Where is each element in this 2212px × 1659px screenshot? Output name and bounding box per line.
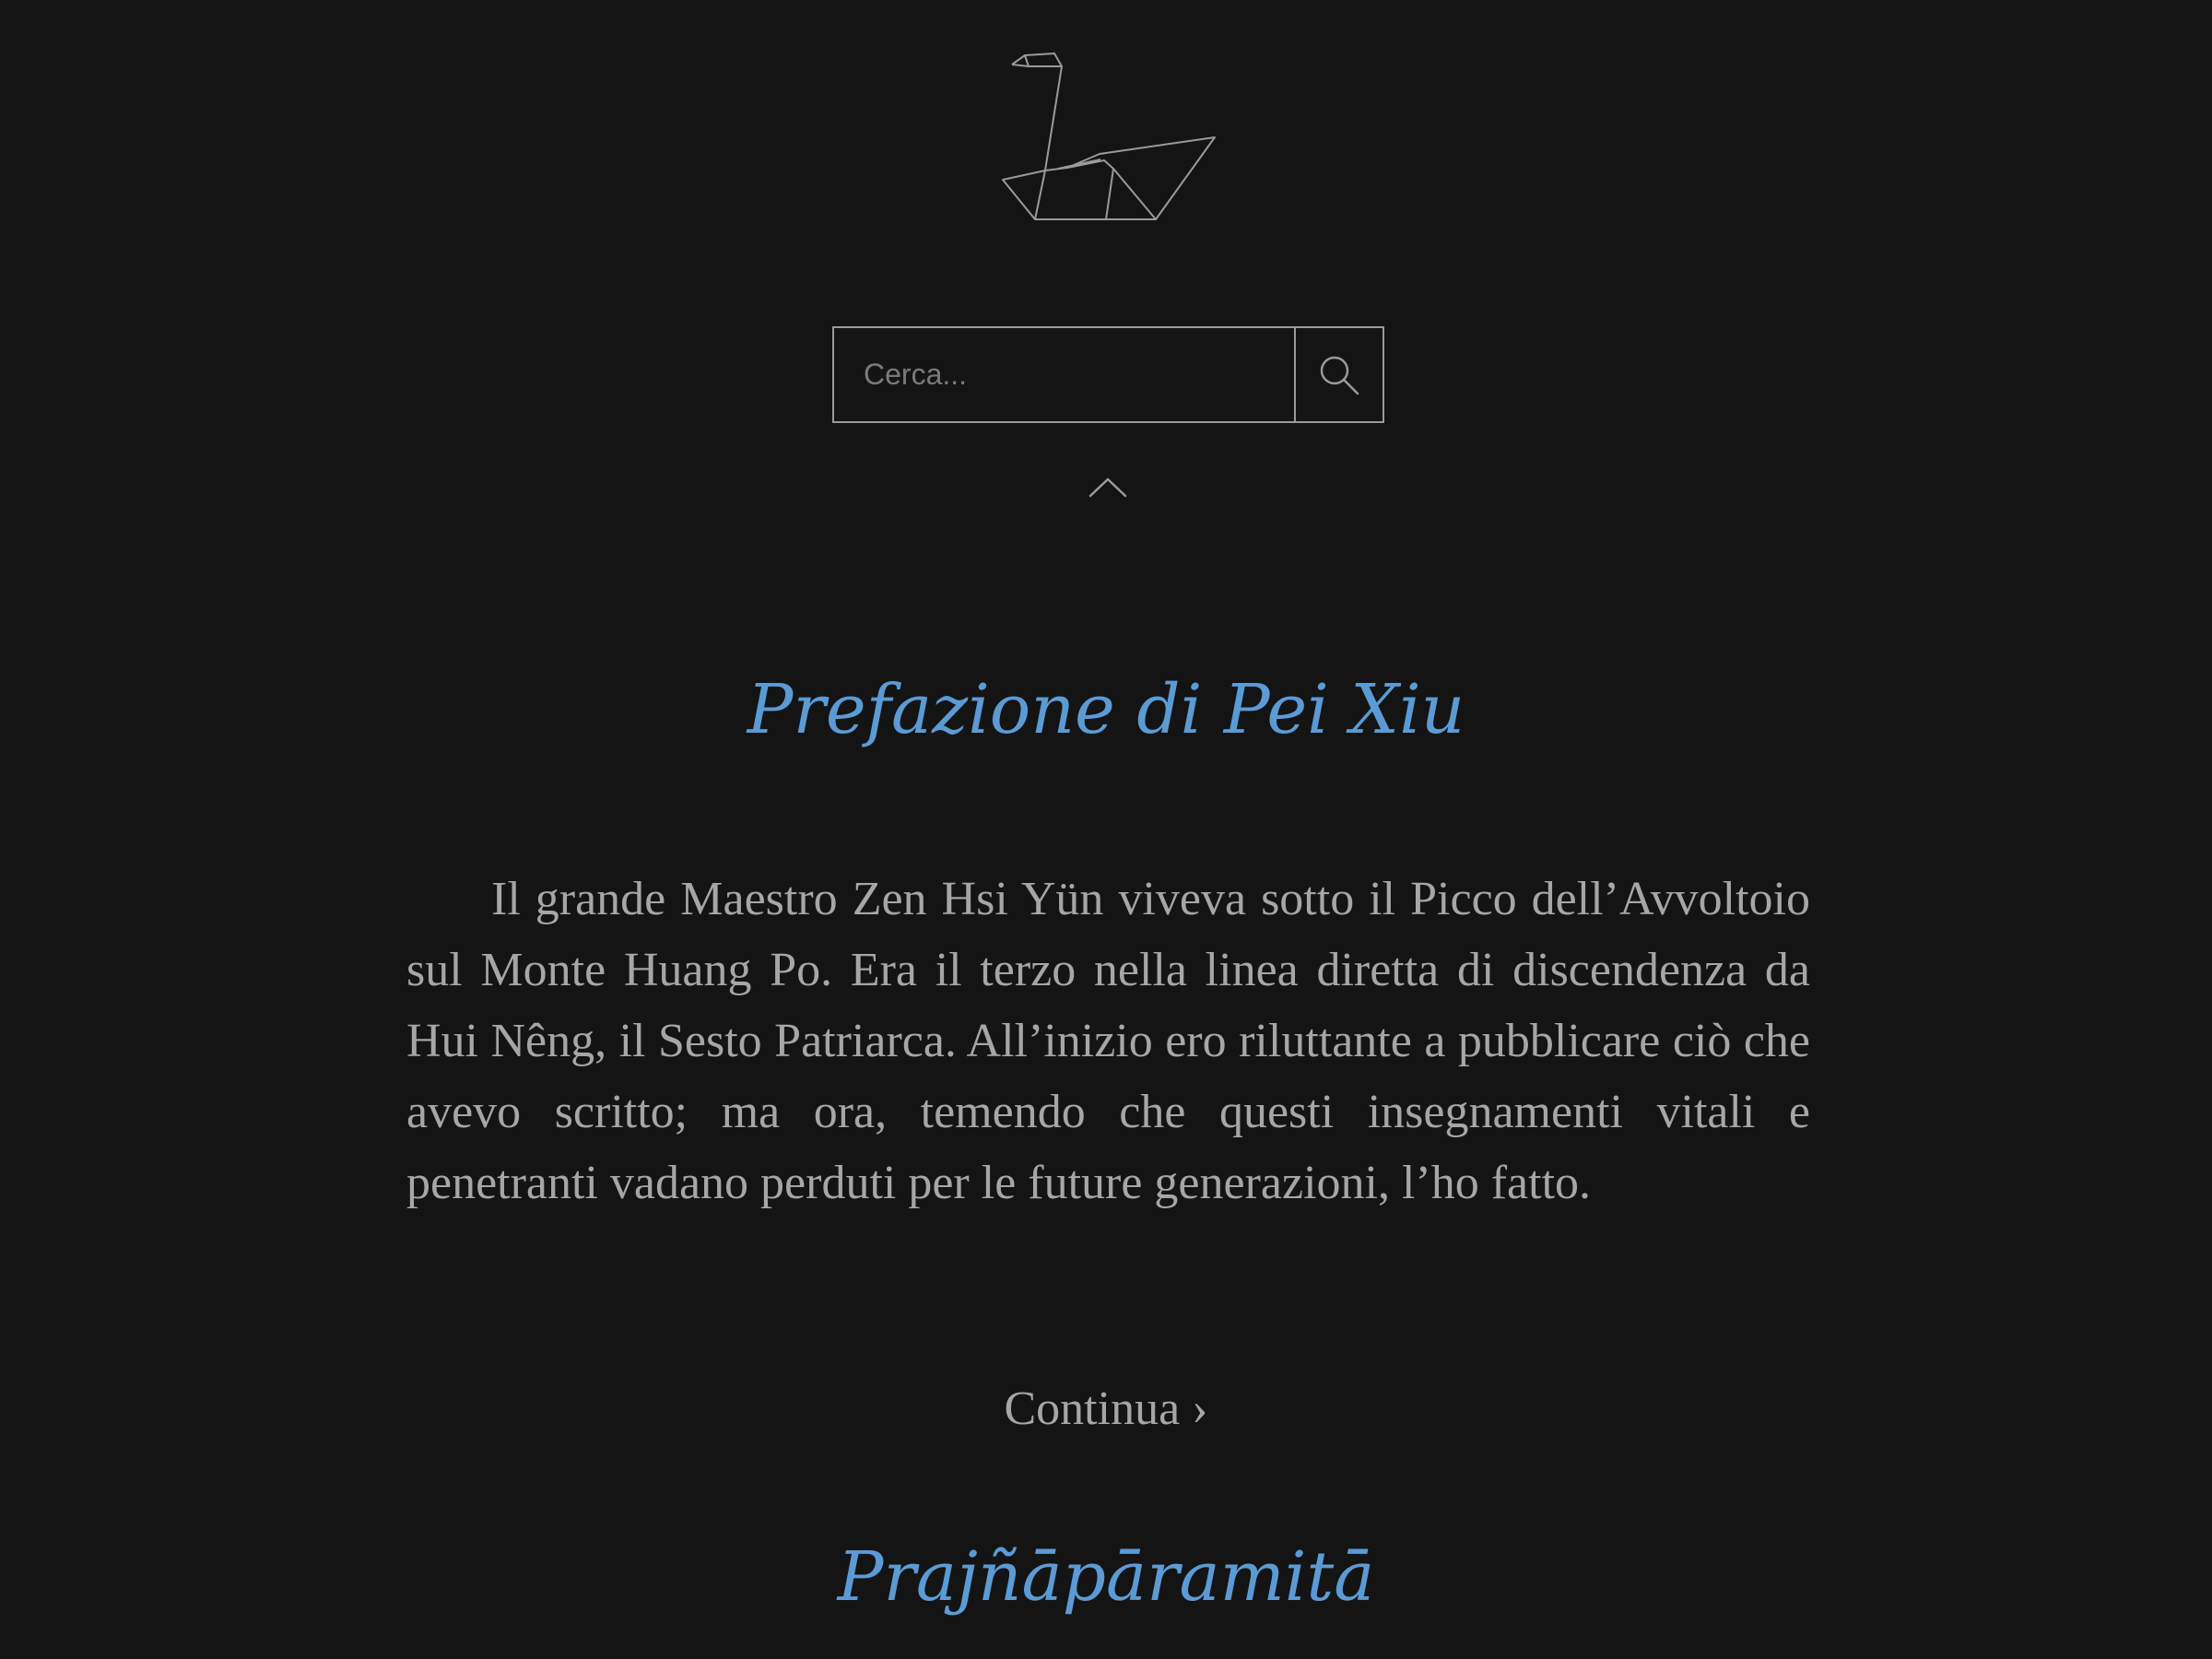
chevron-up-icon[interactable]: [1088, 472, 1128, 503]
search-button[interactable]: [1294, 328, 1382, 421]
continue-reading-link[interactable]: Continua ›: [0, 1377, 2212, 1441]
article-title-link[interactable]: Prefazione di Pei Xiu: [0, 670, 2212, 749]
origami-swan-logo: [1002, 53, 1216, 220]
article-excerpt: Il grande Maestro Zen Hsi Yün viveva sot…: [406, 873, 1810, 1209]
page: Prefazione di Pei Xiu Il grande Maestro …: [0, 0, 2212, 1659]
search-icon: [1320, 356, 1359, 394]
article-title-link[interactable]: Prajñāpāramitā: [0, 1537, 2212, 1617]
search-input[interactable]: [834, 328, 1294, 421]
search-form: [832, 326, 1384, 423]
